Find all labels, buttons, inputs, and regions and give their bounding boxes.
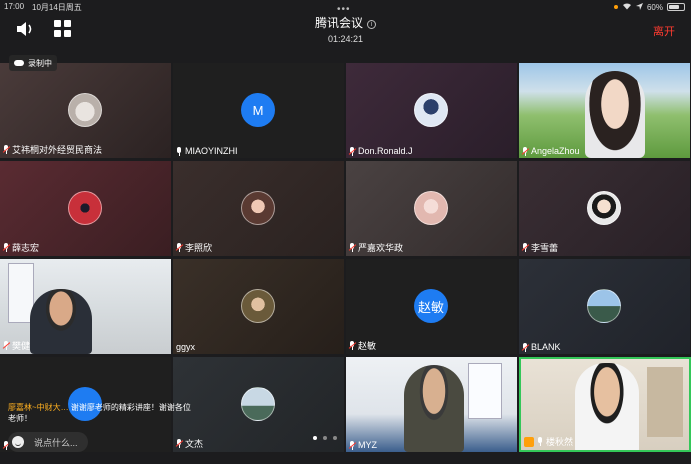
participant-name: BLANK: [531, 342, 561, 352]
avatar: [587, 191, 621, 225]
avatar: [414, 191, 448, 225]
participant-name-row: 赵敏: [348, 339, 377, 352]
avatar: [68, 93, 102, 127]
mic-muted-icon: [521, 243, 530, 252]
info-icon[interactable]: i: [367, 20, 376, 29]
participant-name-row: 李雪蕾: [521, 241, 559, 254]
mic-icon: [537, 437, 543, 446]
video-tile[interactable]: MYZ: [346, 357, 517, 452]
participant-name: MYZ: [358, 440, 377, 450]
page-dot[interactable]: [323, 436, 327, 440]
participant-face: [30, 289, 92, 354]
participant-face: [585, 71, 645, 158]
recording-badge: 录制中: [9, 55, 57, 71]
participant-face: [575, 363, 639, 450]
leave-button[interactable]: 离开: [653, 23, 675, 39]
video-tile[interactable]: 艾祎桐对外经贸民商法: [0, 63, 171, 158]
mic-muted-icon: [175, 439, 184, 448]
participant-name: 樊健: [12, 341, 31, 351]
participant-name-row: ggyx: [176, 342, 195, 352]
title-block: 腾讯会议 i 01:24:21: [0, 14, 691, 44]
participant-name-row: 严嘉欢华政: [348, 241, 404, 254]
participant-name: 艾祎桐对外经贸民商法: [12, 145, 103, 155]
avatar: [241, 289, 275, 323]
video-tile[interactable]: Don.Ronald.J: [346, 63, 517, 158]
mic-muted-icon: [2, 243, 11, 252]
avatar: [241, 387, 275, 421]
avatar: 赵敏: [414, 289, 448, 323]
page-dot[interactable]: [313, 436, 317, 440]
video-tile[interactable]: BLANK: [519, 259, 690, 354]
video-tile[interactable]: AngelaZhou: [519, 63, 690, 158]
avatar: [241, 191, 275, 225]
chat-input-placeholder: 说点什么...: [34, 437, 78, 448]
page-dot[interactable]: [333, 436, 337, 440]
meeting-header: ••• 腾讯会议 i 01:24:21 离开: [0, 0, 691, 48]
participant-name: Don.Ronald.J: [358, 146, 413, 156]
video-tile[interactable]: 赵敏 赵敏: [346, 259, 517, 354]
video-tile[interactable]: 李雪蕾: [519, 161, 690, 256]
participant-name-row: 樊健: [2, 339, 31, 352]
user-icon: [524, 436, 534, 447]
chat-sender: 廖嘉林~中财大…: [8, 403, 69, 412]
participant-name-row: 薛志宏: [2, 241, 40, 254]
recording-label: 录制中: [28, 58, 52, 68]
participant-name: 李照欣: [185, 243, 213, 253]
video-tile[interactable]: 薛志宏: [0, 161, 171, 256]
avatar: [414, 93, 448, 127]
participant-name: 严嘉欢华政: [358, 243, 404, 253]
room-window: [468, 363, 502, 419]
avatar: M: [241, 93, 275, 127]
participant-name: ggyx: [176, 342, 196, 352]
video-tile-active-speaker[interactable]: 楼秋然: [519, 357, 691, 452]
participant-name-row: 李照欣: [175, 241, 213, 254]
meeting-duration: 01:24:21: [327, 34, 364, 44]
chat-bubble: 廖嘉林~中财大… 谢谢廖老师的精彩讲座！谢谢各位老师！: [8, 402, 198, 424]
video-tile[interactable]: 严嘉欢华政: [346, 161, 517, 256]
participant-name: AngelaZhou: [531, 146, 580, 156]
emoji-icon[interactable]: [12, 436, 24, 448]
participant-name-row: Don.Ronald.J: [348, 146, 413, 156]
participant-name: 赵敏: [358, 341, 377, 351]
video-tile[interactable]: 李照欣: [173, 161, 344, 256]
mic-muted-icon: [521, 342, 530, 352]
cloud-icon: [14, 60, 24, 66]
video-tile[interactable]: ggyx: [173, 259, 344, 354]
mic-muted-icon: [348, 146, 357, 156]
participant-name-row: BLANK: [521, 342, 561, 352]
participant-name-row: AngelaZhou: [521, 146, 580, 156]
mic-muted-icon: [2, 341, 11, 350]
mic-muted-icon: [348, 440, 357, 450]
chat-input[interactable]: 说点什么...: [8, 432, 88, 452]
page-indicator[interactable]: [313, 436, 337, 440]
participant-face: [404, 365, 464, 452]
participant-name-row: MIAOYINZHI: [176, 146, 238, 156]
participant-name: MIAOYINZHI: [185, 146, 238, 156]
participant-name: 文杰: [185, 439, 204, 449]
participant-name-row: 楼秋然: [524, 435, 573, 448]
video-tile[interactable]: M MIAOYINZHI: [173, 63, 344, 158]
participant-name-row: 艾祎桐对外经贸民商法: [2, 143, 103, 156]
avatar: [68, 191, 102, 225]
meeting-title[interactable]: 腾讯会议: [315, 16, 363, 30]
avatar: [587, 289, 621, 323]
participant-name: 薛志宏: [12, 243, 40, 253]
room-shelf: [647, 367, 683, 437]
mic-muted-icon: [521, 146, 530, 156]
video-tile[interactable]: 樊健: [0, 259, 171, 354]
participant-name-row: MYZ: [348, 440, 377, 450]
mic-muted-icon: [348, 243, 357, 252]
mic-muted-icon: [2, 145, 11, 154]
participant-name: 楼秋然: [546, 437, 574, 447]
mic-muted-icon: [348, 341, 357, 350]
participant-name-row: 文杰: [175, 437, 204, 450]
participant-name: 李雪蕾: [531, 243, 559, 253]
mic-muted-icon: [175, 243, 184, 252]
mic-icon: [176, 146, 182, 156]
